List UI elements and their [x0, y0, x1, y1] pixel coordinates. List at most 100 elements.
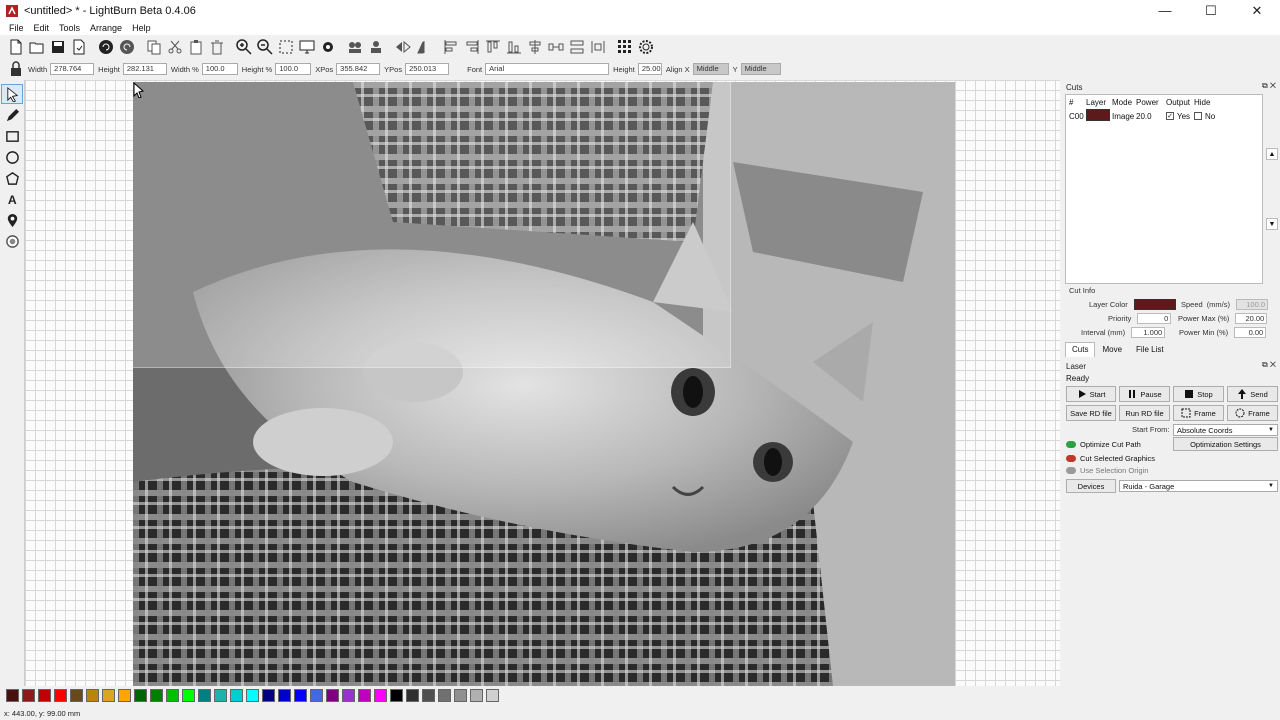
move-layer-up-icon[interactable]: ▲ — [1266, 148, 1278, 160]
gear-icon[interactable] — [636, 37, 656, 57]
devices-button[interactable]: Devices — [1066, 479, 1116, 493]
paste-icon[interactable] — [186, 37, 206, 57]
align-right-icon[interactable] — [462, 37, 482, 57]
align-top-icon[interactable] — [483, 37, 503, 57]
palette-color-chip[interactable] — [374, 689, 387, 702]
distribute-h-icon[interactable] — [546, 37, 566, 57]
zoom-in-icon[interactable] — [234, 37, 254, 57]
palette-color-chip[interactable] — [102, 689, 115, 702]
minimize-button[interactable]: — — [1142, 0, 1188, 21]
palette-color-chip[interactable] — [326, 689, 339, 702]
save-as-icon[interactable] — [69, 37, 89, 57]
undo-icon[interactable] — [96, 37, 116, 57]
start-button[interactable]: Start — [1066, 386, 1116, 402]
height-input[interactable]: 282.131 — [122, 63, 167, 75]
palette-color-chip[interactable] — [214, 689, 227, 702]
hide-checkbox[interactable] — [1194, 112, 1202, 120]
palette-color-chip[interactable] — [262, 689, 275, 702]
menu-file[interactable]: File — [4, 23, 29, 33]
select-tool-icon[interactable] — [1, 84, 23, 104]
optimization-settings-button[interactable]: Optimization Settings — [1173, 437, 1278, 451]
ellipse-tool-icon[interactable] — [1, 147, 23, 167]
new-file-icon[interactable] — [6, 37, 26, 57]
open-file-icon[interactable] — [27, 37, 47, 57]
speed-input[interactable]: 100.0 — [1236, 299, 1269, 310]
palette-color-chip[interactable] — [390, 689, 403, 702]
menu-edit[interactable]: Edit — [29, 23, 55, 33]
delete-icon[interactable] — [207, 37, 227, 57]
ypos-input[interactable]: 250.013 — [405, 63, 450, 75]
settings-icon[interactable] — [318, 37, 338, 57]
mirror-h-icon[interactable] — [393, 37, 413, 57]
palette-color-chip[interactable] — [166, 689, 179, 702]
menu-arrange[interactable]: Arrange — [85, 23, 127, 33]
palette-color-chip[interactable] — [70, 689, 83, 702]
text-tool-icon[interactable]: A — [1, 189, 23, 209]
distribute-space-icon[interactable] — [588, 37, 608, 57]
priority-input[interactable]: 0 — [1137, 313, 1172, 324]
zoom-frame-icon[interactable] — [276, 37, 296, 57]
move-layer-down-icon[interactable]: ▼ — [1266, 218, 1278, 230]
palette-color-chip[interactable] — [182, 689, 195, 702]
align-y-select[interactable]: Middle — [740, 63, 781, 75]
height-pct-input[interactable]: 100.0 — [275, 63, 312, 75]
align-x-select[interactable]: Middle — [692, 63, 729, 75]
align-center-v-icon[interactable] — [525, 37, 545, 57]
polygon-tool-icon[interactable] — [1, 168, 23, 188]
font-select[interactable]: Arial — [485, 63, 610, 75]
frame-button[interactable]: Frame — [1173, 405, 1224, 421]
tab-cuts[interactable]: Cuts — [1065, 342, 1096, 357]
palette-color-chip[interactable] — [6, 689, 19, 702]
output-checkbox[interactable]: ✓ — [1166, 112, 1174, 120]
maximize-button[interactable]: ☐ — [1188, 0, 1234, 21]
redo-icon[interactable] — [117, 37, 137, 57]
row-power[interactable]: 20.0 — [1136, 112, 1166, 121]
align-left-icon[interactable] — [441, 37, 461, 57]
cut-icon[interactable] — [165, 37, 185, 57]
palette-color-chip[interactable] — [134, 689, 147, 702]
palette-color-chip[interactable] — [454, 689, 467, 702]
lock-icon[interactable] — [8, 61, 24, 77]
xpos-input[interactable]: 355.842 — [336, 63, 381, 75]
palette-color-chip[interactable] — [118, 689, 131, 702]
palette-color-chip[interactable] — [294, 689, 307, 702]
monitor-icon[interactable] — [297, 37, 317, 57]
text-height-input[interactable]: 25.00 — [637, 63, 662, 75]
cut-selected-graphics-toggle[interactable]: Cut Selected Graphics — [1066, 454, 1155, 463]
optimize-cut-path-toggle[interactable]: Optimize Cut Path — [1066, 440, 1141, 449]
start-from-select[interactable]: Absolute Coords ▼ — [1173, 424, 1278, 436]
power-max-input[interactable]: 20.00 — [1235, 313, 1268, 324]
interval-input[interactable]: 1.000 — [1131, 327, 1166, 338]
group-icon[interactable] — [345, 37, 365, 57]
copy-icon[interactable] — [144, 37, 164, 57]
palette-color-chip[interactable] — [310, 689, 323, 702]
palette-color-chip[interactable] — [342, 689, 355, 702]
distribute-v-icon[interactable] — [567, 37, 587, 57]
palette-color-chip[interactable] — [438, 689, 451, 702]
palette-color-chip[interactable] — [22, 689, 35, 702]
zoom-out-icon[interactable] — [255, 37, 275, 57]
row-mode[interactable]: Image — [1112, 112, 1136, 121]
layer-color-swatch[interactable] — [1086, 109, 1110, 121]
palette-color-chip[interactable] — [422, 689, 435, 702]
rectangle-tool-icon[interactable] — [1, 126, 23, 146]
align-bottom-icon[interactable] — [504, 37, 524, 57]
palette-color-chip[interactable] — [278, 689, 291, 702]
use-selection-origin-toggle[interactable]: Use Selection Origin — [1066, 466, 1148, 475]
panel-float-close-icon[interactable]: ⧉ ✕ — [1262, 81, 1276, 91]
ungroup-icon[interactable] — [366, 37, 386, 57]
device-select[interactable]: Ruida - Garage ▼ — [1119, 480, 1278, 492]
pause-button[interactable]: Pause — [1119, 386, 1170, 402]
save-rd-button[interactable]: Save RD file — [1066, 405, 1116, 421]
palette-color-chip[interactable] — [38, 689, 51, 702]
menu-help[interactable]: Help — [127, 23, 156, 33]
width-pct-input[interactable]: 100.0 — [201, 63, 238, 75]
tab-file-list[interactable]: File List — [1129, 342, 1171, 357]
run-rd-button[interactable]: Run RD file — [1119, 405, 1170, 421]
power-min-input[interactable]: 0.00 — [1234, 327, 1267, 338]
stop-button[interactable]: Stop — [1173, 386, 1224, 402]
cat-photo-image[interactable] — [133, 82, 955, 686]
measure-tool-icon[interactable] — [1, 231, 23, 251]
palette-color-chip[interactable] — [470, 689, 483, 702]
grid-array-icon[interactable] — [615, 37, 635, 57]
